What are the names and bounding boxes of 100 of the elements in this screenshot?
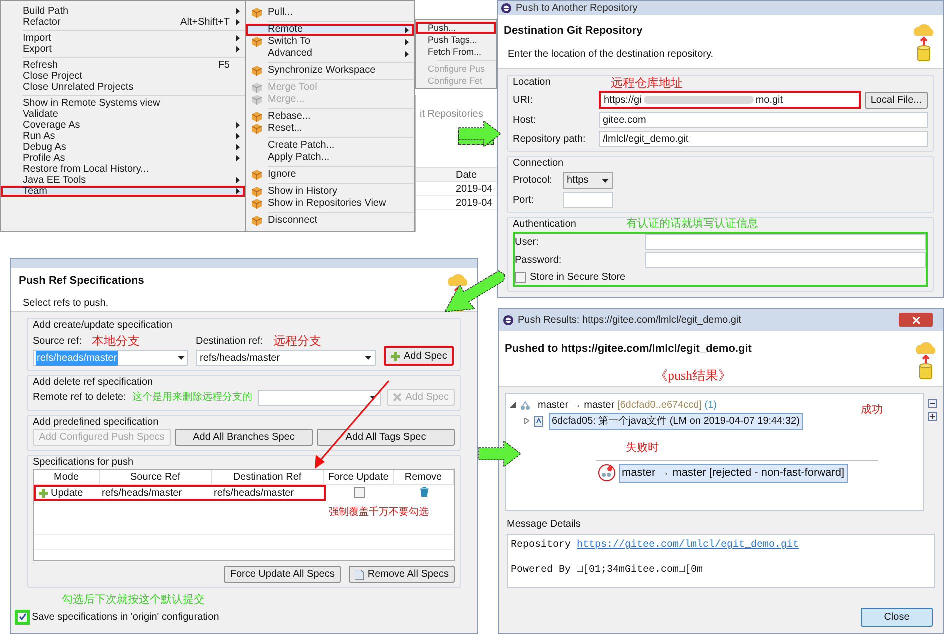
push-button[interactable]: Add Spec: [384, 346, 454, 366]
text-field[interactable]: /lmlcl/egit_demo.git: [599, 131, 928, 147]
menu-item[interactable]: Refresh F5: [1, 60, 245, 71]
menu-item[interactable]: Remote: [246, 24, 414, 36]
dropdown-caret-icon: [365, 356, 372, 360]
pointer-arrow: [458, 120, 502, 148]
column-header[interactable]: Mode: [54, 470, 79, 484]
menu-item[interactable]: Push...: [416, 22, 496, 34]
pointer-arrow: [478, 440, 522, 468]
menu-item[interactable]: Synchronize Workspace: [246, 65, 414, 77]
tree-item[interactable]: master → master [6dcfad0..e674ccd] (1): [535, 396, 720, 414]
repository-link[interactable]: https://gitee.com/lmlcl/egit_demo.git: [577, 538, 800, 553]
protocol-dropdown[interactable]: https: [563, 172, 613, 189]
menu-item[interactable]: Disconnect: [246, 215, 414, 227]
message-text: Repository: [511, 538, 572, 553]
password-field[interactable]: [645, 252, 926, 268]
menu-item[interactable]: Ignore: [246, 169, 414, 181]
menu-item[interactable]: Team: [1, 186, 245, 197]
annotation-text: 有认证的话就填写认证信息: [626, 217, 758, 232]
view-tab[interactable]: it Repositories: [420, 107, 484, 122]
annotation-text: 这个是用来删除远程分支的: [132, 390, 252, 405]
error-branch-icon: [598, 464, 616, 482]
menu-item[interactable]: Create Patch...: [246, 140, 414, 152]
menu-item[interactable]: Java EE Tools: [1, 175, 245, 186]
menu-item[interactable]: Close Unrelated Projects: [1, 82, 245, 93]
menu-item[interactable]: Import: [1, 33, 245, 44]
field-label: Source ref:: [33, 334, 82, 348]
menu-item[interactable]: Reset...: [246, 123, 414, 135]
menu-item[interactable]: Debug As: [1, 142, 245, 153]
menu-item[interactable]: Show in Repositories View: [246, 198, 414, 210]
delete-icon: [392, 393, 402, 402]
close-button[interactable]: [899, 313, 933, 327]
header-title: Push Ref Specifications: [19, 274, 144, 289]
app-icon: [503, 314, 514, 326]
column-header[interactable]: Force Update: [328, 470, 389, 484]
field-label: Repository path:: [513, 132, 587, 146]
push-button[interactable]: Add All Tags Spec: [317, 429, 455, 446]
group-label: Add create/update specification: [33, 319, 173, 333]
checkbox[interactable]: [17, 612, 28, 622]
checkbox[interactable]: [354, 487, 364, 498]
menu-item[interactable]: Export: [1, 44, 245, 55]
annotation-text: 成功: [861, 403, 883, 418]
column-header[interactable]: Date: [416, 168, 497, 182]
remote-ref-combo[interactable]: [258, 390, 381, 406]
trash-icon[interactable]: [420, 487, 428, 497]
close-button[interactable]: Close: [861, 608, 933, 627]
text-field[interactable]: gitee.com: [599, 112, 928, 128]
expand-all-icon[interactable]: [928, 412, 937, 421]
column-header[interactable]: Destination Ref: [233, 470, 302, 484]
cube-icon: [252, 199, 262, 209]
menu-item[interactable]: Rebase...: [246, 111, 414, 123]
push-button[interactable]: Add All Branches Spec: [175, 429, 313, 446]
menu-item[interactable]: Validate: [1, 109, 245, 120]
destination-ref-combo[interactable]: refs/heads/master: [196, 350, 376, 366]
tree-item[interactable]: master → master [rejected - non-fast-forward]: [619, 464, 848, 482]
cube-icon: [252, 66, 262, 76]
tree-item[interactable]: 6dcfad05: 第一个java文件 (LM on 2019-04-07 19:44:32): [549, 412, 803, 430]
group-label: Specifications for push: [33, 456, 134, 470]
user-field[interactable]: [645, 234, 926, 250]
menu-item[interactable]: Switch To: [246, 36, 414, 48]
group-label: Connection: [513, 157, 564, 171]
expanded-triangle-icon[interactable]: [510, 402, 516, 408]
push-button[interactable]: Force Update All Specs: [224, 566, 341, 583]
push-button[interactable]: Remove All Specs: [348, 566, 455, 583]
menu-item[interactable]: Show in Remote Systems view: [1, 98, 245, 109]
annotation-text: 失败时: [626, 441, 659, 456]
dropdown-caret-icon: [178, 356, 185, 360]
header-title: Pushed to https://gitee.com/lmlcl/egit_demo.git: [505, 342, 752, 357]
menu-item[interactable]: Advanced: [246, 48, 414, 60]
column-header[interactable]: Source Ref: [130, 470, 181, 484]
checkbox[interactable]: [515, 272, 526, 283]
menu-item[interactable]: Run As: [1, 131, 245, 142]
dropdown-caret-icon: [602, 178, 609, 182]
group-label: Add delete ref specification: [33, 376, 154, 390]
collapse-all-icon[interactable]: [928, 399, 937, 408]
annotation-text: 强制覆盖千万不要勾选: [329, 506, 429, 520]
menu-item[interactable]: Show in History: [246, 186, 414, 198]
uri-field[interactable]: https://gi mo.git: [599, 91, 861, 109]
annotation-text: 勾选后下次就按这个默认提交: [62, 592, 206, 608]
menu-item[interactable]: Pull...: [246, 7, 414, 19]
menu-item[interactable]: Push Tags...: [416, 34, 496, 46]
spec-row[interactable]: Update refs/heads/master refs/heads/master: [34, 485, 326, 501]
group-label: Add predefined specification: [33, 416, 159, 430]
menu-item[interactable]: Fetch From...: [416, 46, 496, 58]
menu-item[interactable]: Coverage As: [1, 120, 245, 131]
push-button[interactable]: Local File...: [864, 92, 928, 108]
header-description: Enter the location of the destination repository.: [507, 48, 714, 62]
header-title: Destination Git Repository: [504, 24, 644, 39]
port-field[interactable]: [563, 192, 613, 208]
menu-item[interactable]: Refactor Alt+Shift+T: [1, 17, 245, 28]
menu-item[interactable]: Build Path: [1, 6, 245, 17]
selected-text: refs/heads/master: [36, 350, 118, 366]
menu-item[interactable]: Apply Patch...: [246, 152, 414, 164]
menu-item[interactable]: Profile As: [1, 153, 245, 164]
menu-item[interactable]: Close Project: [1, 71, 245, 82]
field-label: Remote ref to delete:: [33, 391, 126, 405]
plus-icon: [39, 488, 48, 498]
menu-item[interactable]: Restore from Local History...: [1, 164, 245, 175]
collapsed-triangle-icon[interactable]: [524, 418, 530, 424]
column-header[interactable]: Remove: [404, 470, 442, 484]
